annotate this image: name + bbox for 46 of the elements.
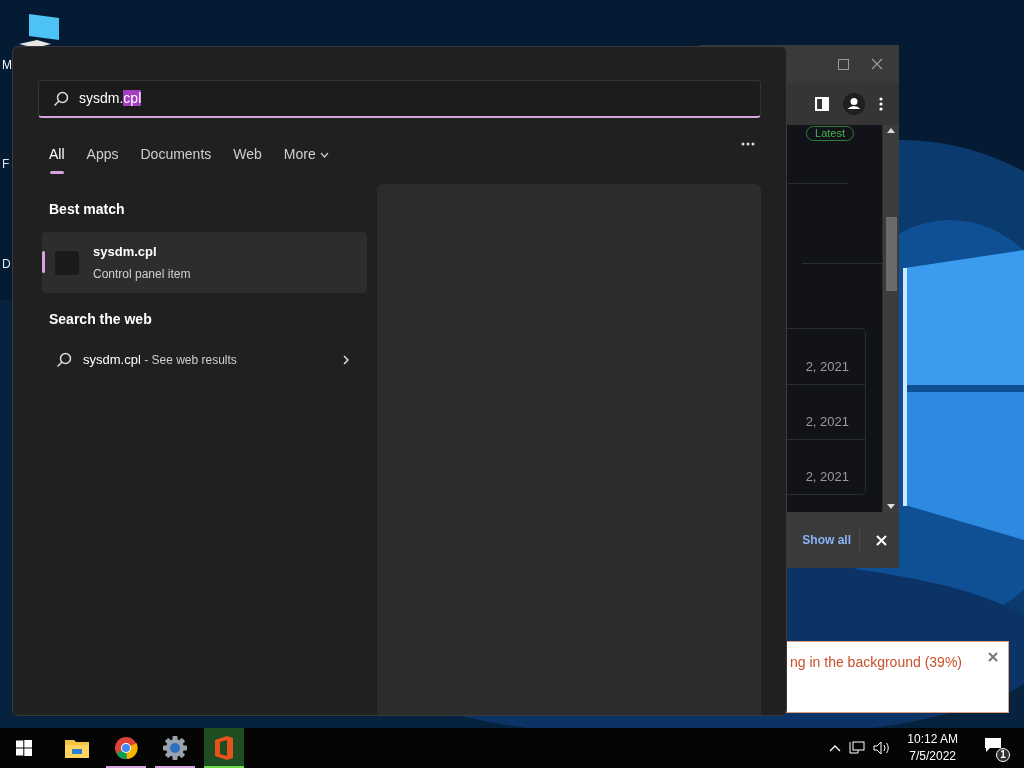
scroll-up-icon[interactable]	[887, 128, 895, 133]
clock-date[interactable]: 7/5/2022	[909, 748, 956, 765]
chevron-right-icon	[343, 355, 349, 365]
office-icon	[213, 735, 235, 761]
folder-icon	[64, 737, 90, 759]
filter-tab[interactable]: Documents	[140, 144, 212, 174]
scroll-thumb[interactable]	[886, 217, 897, 291]
search-icon	[53, 90, 69, 107]
release-date: 2, 2021	[805, 467, 849, 486]
windows-icon	[16, 740, 32, 756]
notification-count: 1	[996, 748, 1010, 762]
release-date: 2, 2021	[805, 357, 849, 376]
profile-icon[interactable]	[843, 93, 865, 115]
release-date: 2, 2021	[805, 412, 849, 431]
desktop-icon-label[interactable]: D	[2, 255, 11, 273]
section-heading: Search the web	[48, 310, 153, 329]
desktop-icon-label[interactable]: M	[2, 56, 12, 74]
result-item[interactable]: sysdm.cpl Control panel item	[42, 232, 367, 293]
filter-tab[interactable]: Web	[233, 144, 262, 174]
side-panel-icon[interactable]	[815, 97, 829, 111]
menu-icon[interactable]	[879, 97, 883, 111]
desktop-icon-label[interactable]: F	[2, 155, 10, 173]
network-icon[interactable]	[849, 741, 866, 755]
notification-text: ng in the background (39%)	[790, 653, 962, 672]
maximize-icon[interactable]	[838, 58, 849, 70]
search-text: sysdm.	[79, 90, 124, 106]
search-icon	[56, 352, 72, 368]
chrome-icon	[114, 736, 138, 760]
volume-icon[interactable]	[873, 741, 892, 755]
filter-tab[interactable]: Apps	[86, 144, 119, 174]
section-heading: Best match	[48, 200, 126, 219]
show-all-button[interactable]: Show all	[794, 527, 860, 553]
action-center-button[interactable]: 1	[982, 734, 1010, 762]
web-result-text: sysdm.cpl - See web results	[83, 351, 238, 370]
result-title: sysdm.cpl	[93, 243, 158, 262]
filter-tab[interactable]: All	[49, 144, 65, 174]
selected-text: cpl	[123, 90, 142, 106]
chevron-up-icon[interactable]	[829, 744, 842, 752]
result-subtitle: Control panel item	[93, 265, 191, 283]
scroll-down-icon[interactable]	[887, 504, 895, 509]
clock-time[interactable]: 10:12 AM	[907, 731, 958, 748]
web-result-item[interactable]: sysdm.cpl - See web results	[42, 340, 367, 380]
more-options-icon[interactable]	[741, 142, 755, 146]
search-field[interactable]: sysdm.cpl	[38, 80, 761, 118]
filter-tab[interactable]: More	[283, 144, 329, 174]
message-icon	[984, 737, 1002, 753]
